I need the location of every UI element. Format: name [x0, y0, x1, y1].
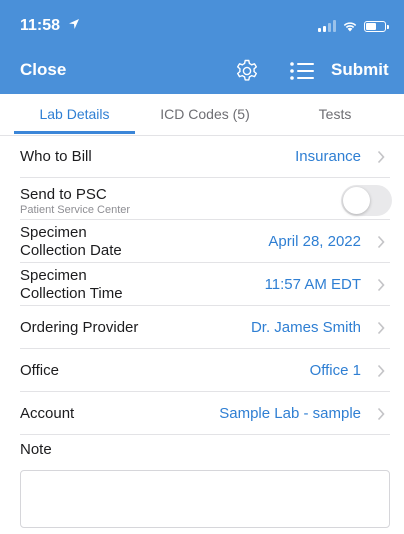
- collection-date-label-line1: Specimen: [20, 224, 87, 241]
- send-to-psc-row: Send to PSC Patient Service Center: [0, 178, 404, 219]
- account-value: Sample Lab - sample: [219, 405, 361, 422]
- chevron-right-icon: [377, 407, 385, 421]
- tab-bar: Lab Details ICD Codes (5) Tests: [0, 94, 404, 136]
- collection-date-value: April 28, 2022: [268, 233, 361, 250]
- chevron-right-icon: [377, 364, 385, 378]
- collection-time-row[interactable]: Specimen Collection Time 11:57 AM EDT: [0, 263, 404, 305]
- row-divider: [20, 434, 390, 435]
- status-time: 11:58: [20, 17, 80, 35]
- who-to-bill-label: Who to Bill: [20, 148, 92, 165]
- collection-time-value: 11:57 AM EDT: [264, 276, 361, 293]
- send-to-psc-sublabel: Patient Service Center: [20, 204, 131, 216]
- cellular-signal-icon: [318, 20, 336, 32]
- tab-lab-details[interactable]: Lab Details: [14, 106, 135, 122]
- tab-tests[interactable]: Tests: [280, 106, 390, 122]
- battery-icon: [364, 20, 389, 32]
- collection-date-label: Specimen Collection Date: [20, 224, 122, 260]
- chevron-right-icon: [377, 150, 385, 164]
- who-to-bill-row[interactable]: Who to Bill Insurance: [0, 135, 404, 177]
- account-label: Account: [20, 405, 75, 422]
- gear-icon[interactable]: [234, 58, 260, 84]
- send-to-psc-label: Send to PSC Patient Service Center: [20, 186, 130, 217]
- ordering-provider-value: Dr. James Smith: [250, 319, 361, 336]
- chevron-right-icon: [377, 235, 385, 249]
- chevron-right-icon: [377, 321, 385, 335]
- status-time-text: 11:58: [20, 17, 61, 34]
- chevron-right-icon: [377, 278, 385, 292]
- note-label: Note: [20, 441, 52, 458]
- ordering-provider-row[interactable]: Ordering Provider Dr. James Smith: [0, 306, 404, 348]
- status-icons: [318, 19, 389, 33]
- toggle-knob: [343, 187, 370, 214]
- location-arrow-icon: [68, 19, 79, 29]
- who-to-bill-value: Insurance: [295, 148, 361, 165]
- nav-header: 11:58 Close Submit: [0, 0, 404, 94]
- active-tab-indicator: [14, 131, 135, 134]
- close-button[interactable]: Close: [20, 60, 66, 80]
- collection-time-label: Specimen Collection Time: [20, 267, 123, 303]
- tab-icd-codes[interactable]: ICD Codes (5): [145, 106, 265, 122]
- submit-button[interactable]: Submit: [331, 60, 389, 80]
- wifi-icon: [343, 22, 357, 32]
- collection-time-label-line1: Specimen: [20, 267, 87, 284]
- office-label: Office: [20, 362, 59, 379]
- office-row[interactable]: Office Office 1: [0, 349, 404, 391]
- collection-date-label-line2: Collection Date: [20, 242, 122, 259]
- collection-time-label-line2: Collection Time: [20, 285, 123, 302]
- note-textarea[interactable]: [20, 470, 390, 528]
- collection-date-row[interactable]: Specimen Collection Date April 28, 2022: [0, 220, 404, 262]
- send-to-psc-toggle[interactable]: [341, 185, 392, 216]
- send-to-psc-title: Send to PSC: [20, 186, 107, 203]
- list-icon[interactable]: [289, 59, 315, 83]
- ordering-provider-label: Ordering Provider: [20, 319, 139, 336]
- office-value: Office 1: [309, 362, 361, 379]
- account-row[interactable]: Account Sample Lab - sample: [0, 392, 404, 434]
- battery-level: [366, 22, 376, 30]
